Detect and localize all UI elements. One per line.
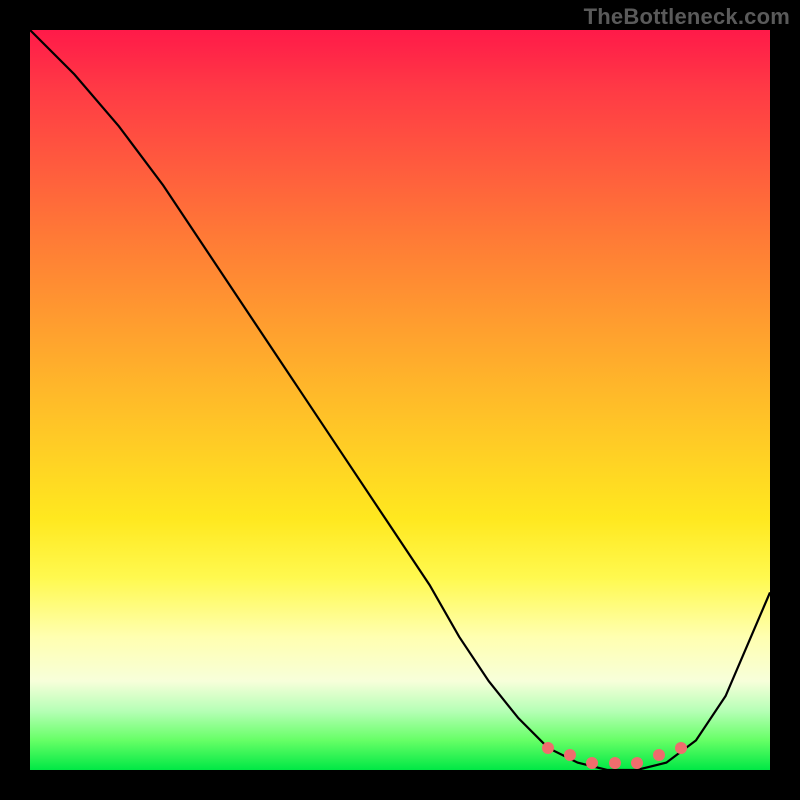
valley-marker <box>653 749 665 761</box>
valley-marker <box>631 757 643 769</box>
valley-marker <box>609 757 621 769</box>
valley-marker <box>586 757 598 769</box>
valley-marker <box>542 742 554 754</box>
valley-marker <box>564 749 576 761</box>
watermark-text: TheBottleneck.com <box>584 4 790 30</box>
curve-svg <box>30 30 770 770</box>
bottleneck-curve-path <box>30 30 770 770</box>
valley-marker <box>675 742 687 754</box>
plot-area <box>30 30 770 770</box>
figure-canvas: TheBottleneck.com <box>0 0 800 800</box>
